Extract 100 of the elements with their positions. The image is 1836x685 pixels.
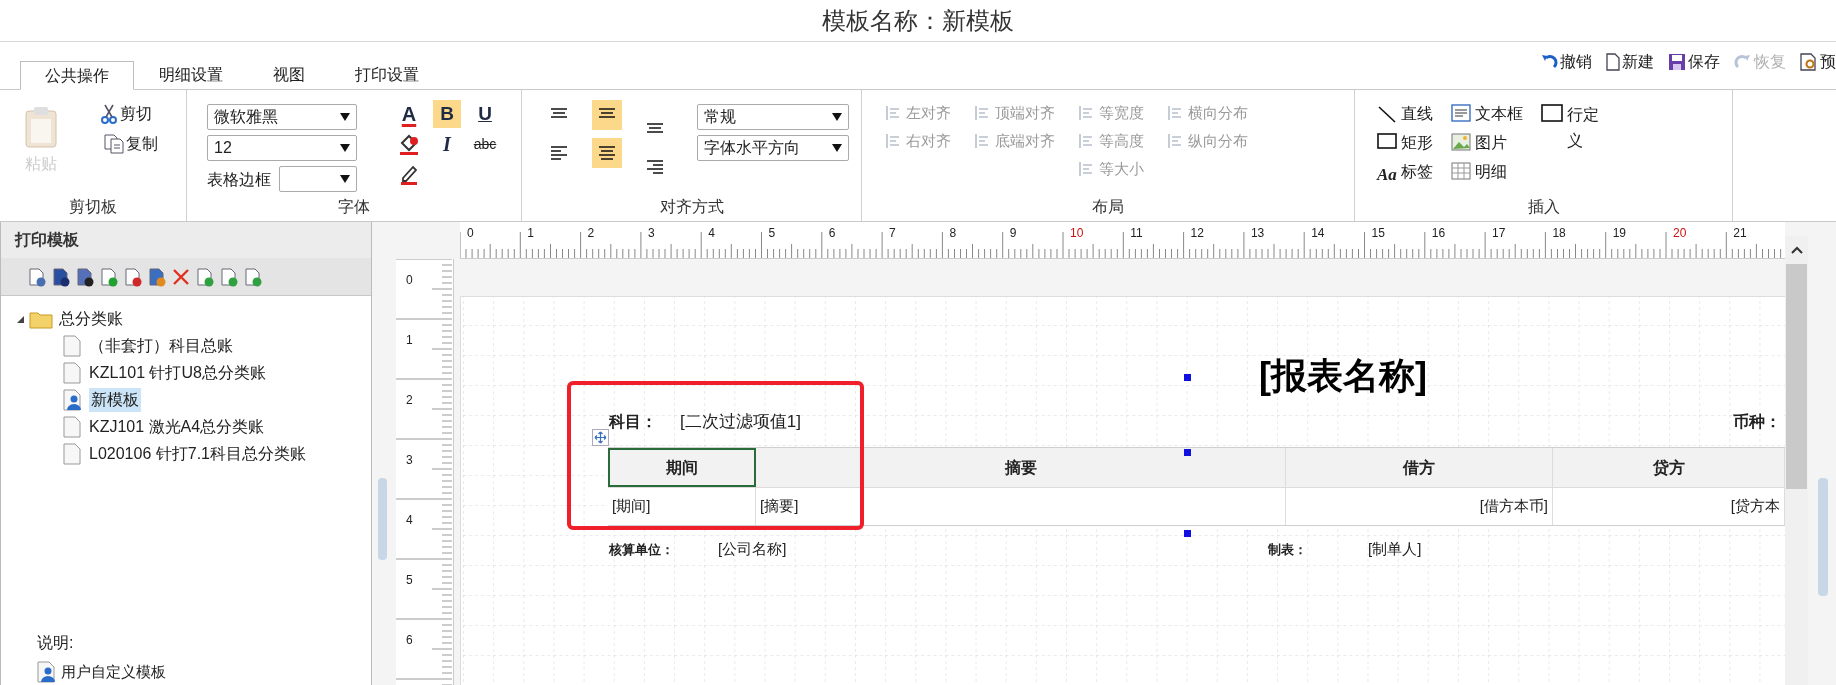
layout-icon: [973, 132, 991, 150]
format-button[interactable]: B: [433, 100, 461, 128]
ruler-number: 1: [527, 225, 534, 242]
field-cell[interactable]: [摘要]: [756, 488, 1286, 525]
field-label[interactable]: 核算单位：: [609, 540, 674, 560]
vertical-scrollbar[interactable]: [1785, 236, 1808, 685]
ruler-number: 16: [1431, 225, 1446, 242]
move-handle-icon[interactable]: [592, 429, 609, 446]
dropdown-arrow-icon: [832, 113, 842, 121]
insert-button[interactable]: 明细: [1451, 160, 1523, 184]
toolbar-button[interactable]: 保存: [1668, 50, 1720, 74]
dropdown-arrow-icon: [340, 175, 350, 183]
insert-button[interactable]: 矩形: [1377, 131, 1433, 155]
layout-icon: [1077, 132, 1095, 150]
ruler-number: 13: [1250, 225, 1265, 242]
expanded-triangle-icon[interactable]: [15, 314, 25, 324]
tab[interactable]: 视图: [248, 60, 330, 89]
save-icon: [1668, 53, 1686, 71]
pen-icon: [398, 163, 420, 185]
tree-item[interactable]: L020106 针打7.1科目总分类账: [87, 441, 308, 466]
insert-button[interactable]: 文本框: [1451, 102, 1523, 126]
header-cell[interactable]: 期间: [608, 448, 756, 487]
format-button[interactable]: I: [433, 130, 461, 158]
align-icon: [645, 158, 665, 176]
scrollbar-thumb[interactable]: [1786, 264, 1807, 489]
note-label: 说明:: [37, 632, 75, 653]
insert-button[interactable]: Aa 标签: [1377, 160, 1433, 188]
rectangle-icon: [1377, 133, 1397, 149]
field-cell[interactable]: [借方本币]: [1286, 488, 1553, 525]
tree-item[interactable]: （非套打）科目总账: [87, 333, 235, 358]
toolbar-button[interactable]: 撤销: [1540, 50, 1592, 74]
copy-icon: [104, 134, 124, 154]
align-button[interactable]: [592, 100, 622, 130]
format-button[interactable]: A: [395, 100, 423, 128]
field-label[interactable]: 币种：: [1733, 410, 1781, 434]
text-box-icon: [1451, 104, 1471, 122]
header-cell[interactable]: 借方: [1286, 448, 1553, 487]
report-title[interactable]: [报表名称]: [1259, 349, 1427, 403]
layout-icon: [1077, 160, 1095, 178]
field-cell[interactable]: [期间]: [608, 488, 756, 525]
style-select[interactable]: 常规: [697, 104, 849, 130]
splitter-handle[interactable]: [378, 478, 387, 560]
font-size-select[interactable]: 12: [207, 135, 357, 161]
group-label: 剪切板: [69, 197, 117, 217]
ribbon-button[interactable]: 复制: [104, 132, 158, 156]
image-icon: [1451, 133, 1471, 151]
field-placeholder[interactable]: [制单人]: [1368, 538, 1422, 561]
field-placeholder[interactable]: [二次过滤项值1]: [680, 409, 801, 435]
redo-icon: [1734, 53, 1752, 71]
font-family-select[interactable]: 微软雅黑: [207, 104, 357, 130]
toolbar-button[interactable]: 预: [1800, 50, 1836, 74]
ruler-number: 20: [1673, 225, 1687, 242]
format-button[interactable]: abc: [471, 130, 499, 158]
ruler-number: 6: [828, 225, 836, 242]
ribbon-button[interactable]: 剪切: [100, 102, 152, 126]
header-cell[interactable]: 摘要: [756, 448, 1286, 487]
ruler-number: 7: [889, 225, 896, 242]
layout-icon: [884, 132, 902, 150]
table-icon: [1451, 162, 1471, 180]
ruler-number: 18: [1552, 225, 1566, 242]
tab[interactable]: 打印设置: [330, 60, 444, 89]
scissors-icon: [100, 104, 118, 124]
tree-item[interactable]: KZJ101 激光A4总分类账: [87, 414, 267, 439]
ruler-number: 4: [708, 225, 715, 242]
group-label: 对齐方式: [659, 197, 724, 217]
ruler-number: 3: [647, 225, 655, 242]
tab[interactable]: 明细设置: [134, 60, 248, 89]
field-label[interactable]: 制表：: [1268, 540, 1307, 560]
tab[interactable]: 公共操作: [20, 61, 134, 90]
align-button[interactable]: [592, 138, 622, 168]
border-select[interactable]: [279, 166, 357, 192]
folder-icon: [29, 309, 53, 329]
ruler-number: 17: [1492, 225, 1506, 242]
ruler-number: 19: [1612, 225, 1627, 242]
selection-handle[interactable]: [1184, 449, 1191, 456]
field-placeholder[interactable]: [公司名称]: [718, 538, 787, 561]
ruler-number: 0: [467, 225, 474, 242]
insert-button[interactable]: 图片: [1451, 131, 1523, 155]
ruler-number: 15: [1371, 225, 1385, 242]
ruler-number: 8: [949, 225, 957, 242]
group-label: 布局: [1092, 197, 1124, 217]
selection-handle[interactable]: [1184, 374, 1191, 381]
ruler-number: 2: [587, 225, 595, 242]
tree-item[interactable]: 总分类账: [57, 307, 125, 331]
toolbar-button[interactable]: 新建: [1606, 50, 1654, 74]
border-label: 表格边框: [207, 170, 271, 190]
format-button[interactable]: U: [471, 100, 499, 128]
ruler-number: 11: [1130, 225, 1143, 242]
ruler-number: 14: [1311, 225, 1325, 242]
insert-button[interactable]: 直线: [1377, 102, 1433, 126]
tree-item[interactable]: 新模板: [89, 387, 141, 412]
rectangle-icon: [1541, 104, 1563, 122]
insert-button[interactable]: 行定义: [1541, 102, 1615, 154]
selection-handle[interactable]: [1184, 530, 1191, 537]
tree-item[interactable]: KZL101 针打U8总分类账: [87, 360, 268, 385]
direction-select[interactable]: 字体水平方向: [697, 135, 849, 161]
fill-color-icon: [398, 133, 420, 155]
splitter-handle[interactable]: [1818, 478, 1828, 596]
field-label[interactable]: 科目：: [609, 410, 657, 434]
header-cell[interactable]: 贷方: [1553, 448, 1785, 487]
